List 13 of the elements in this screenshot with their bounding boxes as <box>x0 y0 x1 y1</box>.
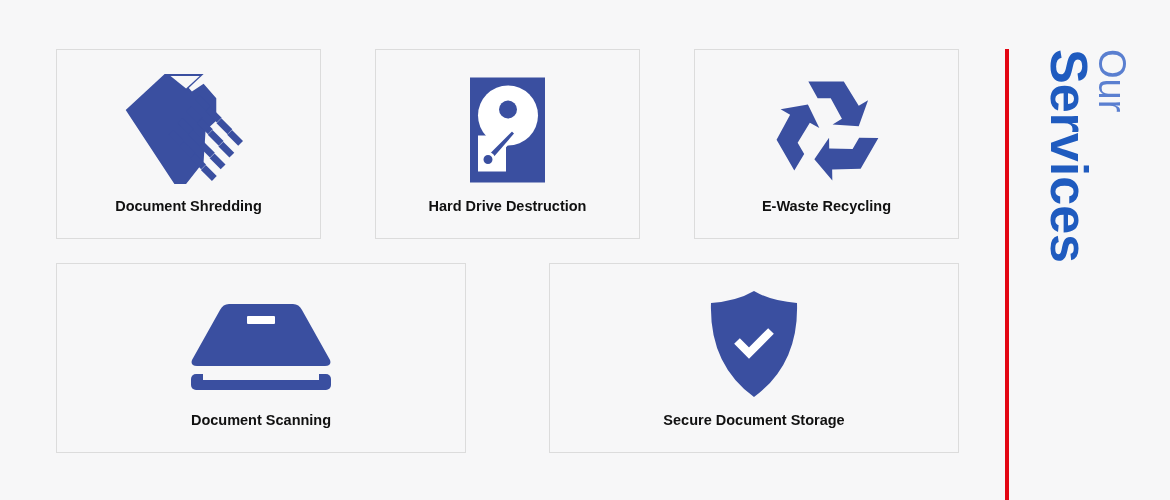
section-title: Services <box>1047 49 1091 263</box>
service-card[interactable]: Document Shredding <box>56 49 321 239</box>
service-label: Hard Drive Destruction <box>428 197 587 217</box>
service-label: E-Waste Recycling <box>761 197 892 217</box>
service-card[interactable]: Document Scanning <box>56 263 466 453</box>
service-card[interactable]: E-Waste Recycling <box>694 49 959 239</box>
shield-icon <box>709 288 799 400</box>
service-card[interactable]: Hard Drive Destruction <box>375 49 640 239</box>
service-card[interactable]: Secure Document Storage <box>549 263 959 453</box>
heading-prefix: Our <box>1091 49 1133 115</box>
service-label: Secure Document Storage <box>663 411 845 431</box>
service-label: Document Scanning <box>190 411 332 431</box>
service-label: Document Shredding <box>115 197 262 217</box>
